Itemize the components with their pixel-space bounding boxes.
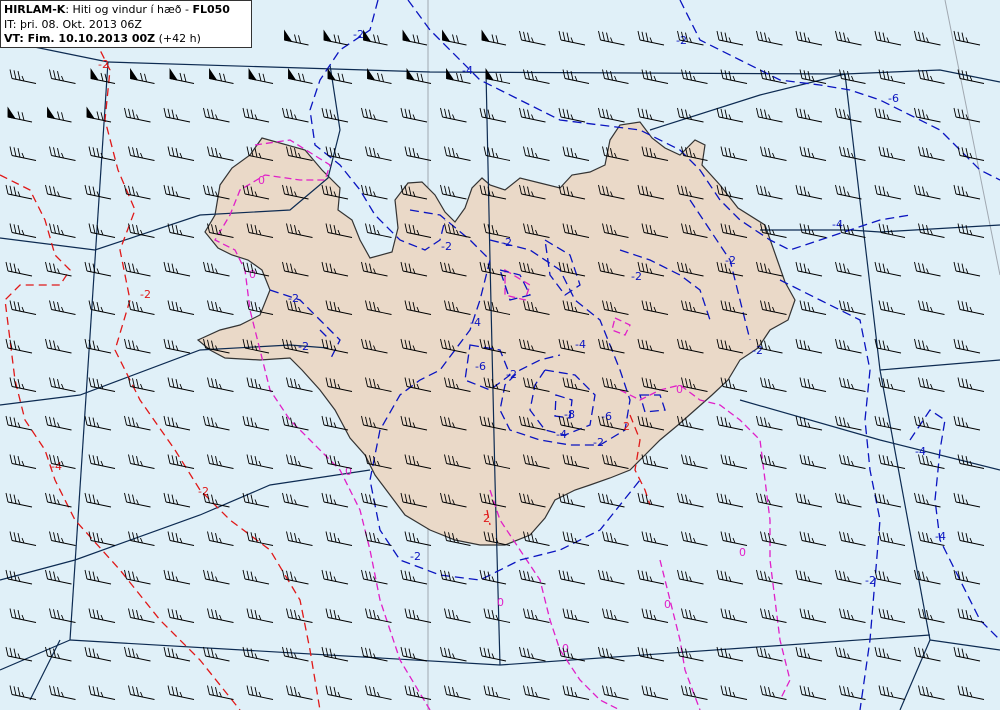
title-line: HIRLAM-K: Hiti og vindur í hæð - FL050 [4, 3, 248, 18]
model-name: HIRLAM-K [4, 3, 66, 16]
issue-time-line: IT: þri. 08. Okt. 2013 06Z [4, 18, 248, 33]
contour-label: -2 [140, 288, 151, 301]
contour-label: -2 [410, 550, 421, 563]
weather-map: -4 -2 -6 -4 -2 -2 -2 -2 -2 -2 -4 -6 -2 -… [0, 0, 1000, 710]
contour-label: -4 [556, 428, 567, 441]
contour-label: -2 [288, 292, 299, 305]
contour-label: 2 [483, 512, 490, 525]
contour-label: -4 [935, 530, 946, 543]
contour-label: -2 [98, 58, 109, 71]
contour-label: -4 [915, 445, 926, 458]
issue-time: þri. 08. Okt. 2013 06Z [19, 17, 142, 31]
valid-time-line: VT: Fim. 10.10.2013 00Z (+42 h) [4, 32, 248, 47]
contour-label: -2 [506, 368, 517, 381]
contour-label: -8 [564, 408, 575, 421]
contour-label: 0 [258, 174, 265, 187]
contour-label: -2 [441, 240, 452, 253]
map-description: : Hiti og vindur í hæð - [65, 3, 193, 16]
issue-prefix: IT: [4, 17, 20, 31]
contour-label: -2 [725, 254, 736, 267]
valid-time: Fim. 10.10.2013 00Z [27, 32, 156, 45]
contour-label: -4 [462, 64, 473, 77]
contour-label: -6 [601, 410, 612, 423]
valid-prefix: VT: [4, 32, 28, 45]
contour-label: -2 [501, 236, 512, 249]
contour-label: -6 [475, 360, 486, 373]
contour-label: -2 [198, 485, 209, 498]
contour-label: -2 [631, 270, 642, 283]
contour-label: -2 [353, 28, 364, 41]
contour-label: -2 [593, 436, 604, 449]
flight-level: FL050 [192, 3, 230, 16]
contour-label: -4 [470, 316, 481, 329]
contour-label: -4 [575, 338, 586, 351]
contour-label: 2 [623, 420, 630, 433]
lead-time: (+42 h) [155, 32, 201, 45]
contour-label: -6 [888, 92, 899, 105]
contour-label: 0 [676, 383, 683, 396]
contour-label: -2 [752, 344, 763, 357]
contour-label: 0 [664, 598, 671, 611]
contour-label: 0 [497, 596, 504, 609]
contour-label: -2 [865, 574, 876, 587]
contour-label: -4 [832, 218, 843, 231]
contour-label: 0 [739, 546, 746, 559]
contour-label: -4 [51, 460, 62, 473]
title-box: HIRLAM-K: Hiti og vindur í hæð - FL050 I… [0, 0, 252, 48]
